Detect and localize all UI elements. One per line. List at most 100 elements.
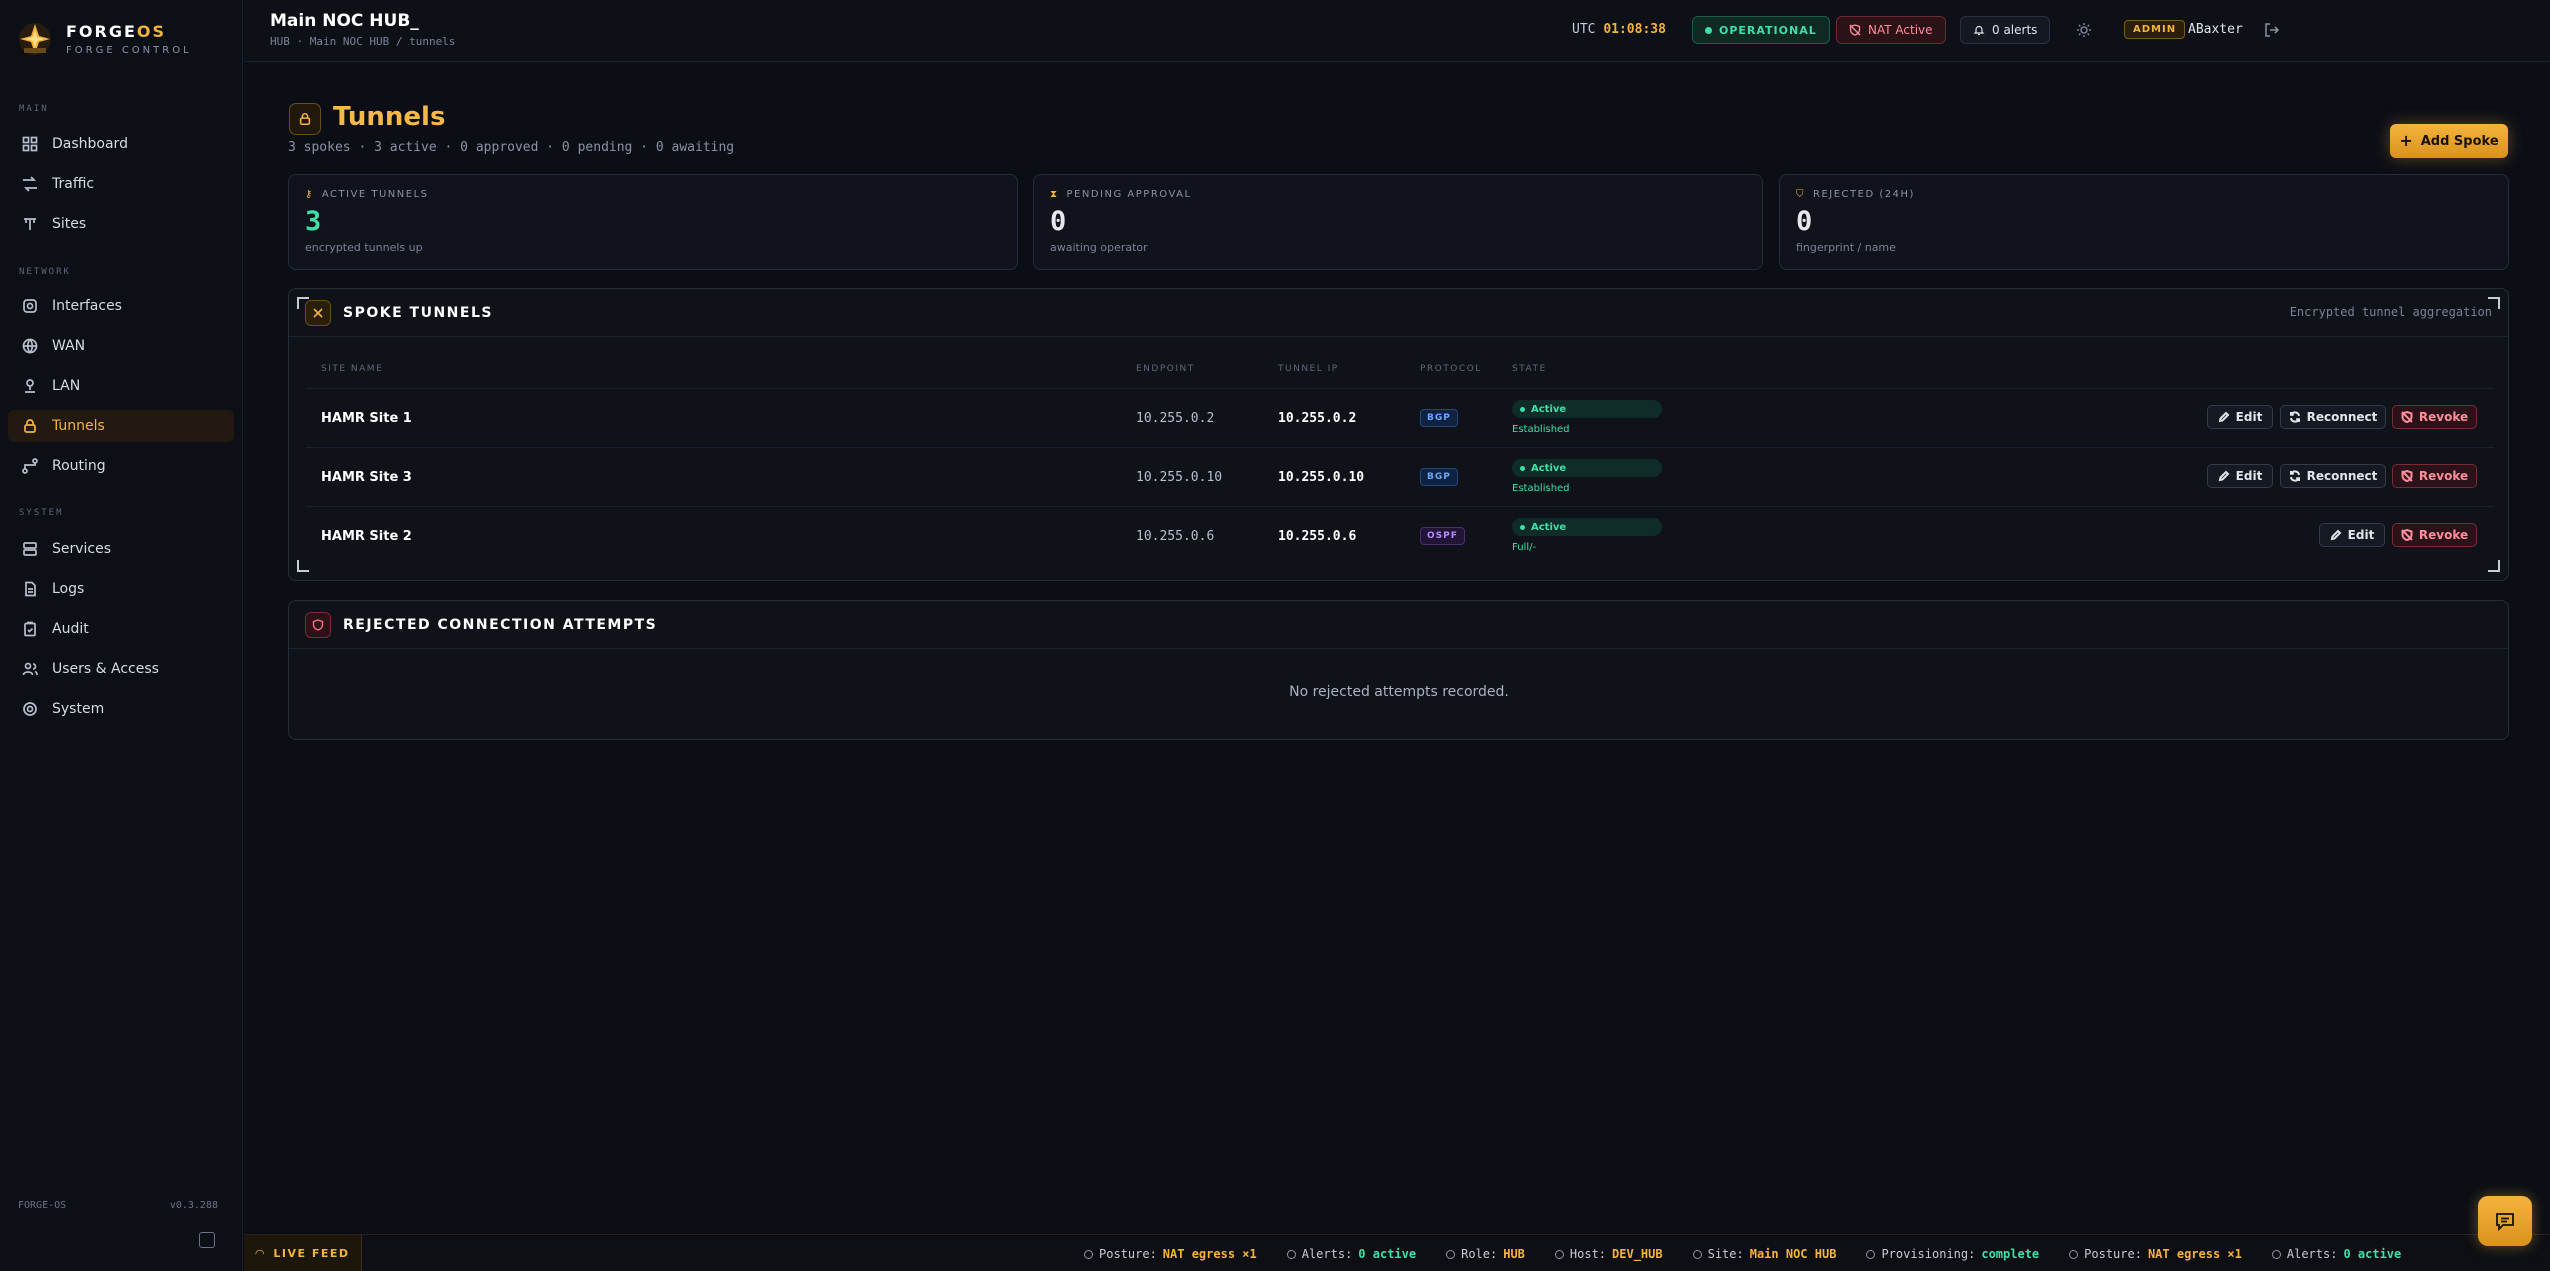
state-sub: Established — [1512, 424, 1570, 435]
edit-label: Edit — [2235, 469, 2263, 483]
routing-icon — [22, 458, 38, 474]
nat-status-badge[interactable]: NAT Active — [1836, 16, 1946, 44]
table-row-endpoint: 10.255.0.2 — [1136, 411, 1215, 426]
nav-section-main: MAIN — [19, 104, 49, 114]
live-feed-label: LIVE FEED — [273, 1247, 350, 1260]
stat-card-rejected: ⛉ REJECTED (24H) 0 fingerprint / name — [1779, 174, 2509, 270]
column-header: TUNNEL IP — [1278, 364, 1339, 374]
ticker-item: Site: Main NOC HUB — [1692, 1247, 1836, 1261]
refresh-icon — [2289, 470, 2300, 482]
sidebar-item-tunnels[interactable]: Tunnels — [8, 410, 234, 442]
sidebar-item-logs[interactable]: Logs — [8, 573, 234, 605]
sidebar-item-sites[interactable]: Sites — [8, 208, 234, 240]
chat-icon — [2496, 1213, 2514, 1232]
sidebar-item-system[interactable]: System — [8, 693, 234, 725]
sidebar-item-label: Logs — [52, 581, 85, 597]
sidebar-item-services[interactable]: Services — [8, 533, 234, 565]
edit-button[interactable]: Edit — [2207, 464, 2273, 488]
bell-icon — [1973, 25, 1985, 36]
state-label: Active — [1531, 521, 1567, 533]
ticker-item: Host: DEV_HUB — [1554, 1247, 1663, 1261]
revoke-button[interactable]: Revoke — [2392, 464, 2477, 488]
edit-label: Edit — [2347, 528, 2375, 542]
shield-icon — [1084, 1249, 1093, 1259]
lock-icon — [24, 419, 36, 433]
sidebar-item-dashboard[interactable]: Dashboard — [8, 128, 234, 160]
table-row-tunnel-ip: 10.255.0.6 — [1278, 529, 1357, 544]
nat-label: NAT Active — [1868, 23, 1933, 37]
sidebar-item-label: Users & Access — [52, 661, 159, 677]
role-icon — [1446, 1249, 1456, 1259]
stat-label: ACTIVE TUNNELS — [321, 189, 429, 200]
sidebar-item-label: Dashboard — [52, 136, 128, 152]
shield-icon — [2069, 1249, 2079, 1259]
app-name: FORGE-OS — [18, 1200, 67, 1211]
utc-time: 01:08:38 — [1603, 22, 1666, 37]
ticker-item: Alerts: 0 active — [1286, 1247, 1416, 1261]
edit-label: Edit — [2235, 410, 2263, 424]
sidebar-item-audit[interactable]: Audit — [8, 613, 234, 645]
bell-icon — [1286, 1249, 1296, 1259]
sidebar-item-lan[interactable]: LAN — [8, 370, 234, 402]
theme-toggle-sun-icon[interactable] — [2076, 22, 2092, 38]
sidebar: FORGEOS FORGE CONTROL MAIN Dashboard Tra… — [0, 0, 243, 1271]
stat-card-active: ⚷ ACTIVE TUNNELS 3 encrypted tunnels up — [288, 174, 1018, 270]
shield-off-icon — [2401, 529, 2413, 541]
lan-icon — [25, 379, 35, 393]
services-icon — [23, 542, 37, 556]
table-row-tunnel-ip: 10.255.0.2 — [1278, 411, 1357, 426]
dashboard-icon — [22, 136, 38, 152]
alerts-button[interactable]: 0 alerts — [1960, 16, 2051, 44]
nav-section-system: SYSTEM — [19, 508, 64, 518]
ticker-item: Role: HUB — [1446, 1247, 1525, 1261]
sidebar-item-traffic[interactable]: Traffic — [8, 168, 234, 200]
reconnect-button[interactable]: Reconnect — [2280, 405, 2386, 429]
shield-off-icon — [2401, 470, 2413, 482]
ticker-item: Provisioning: complete — [1866, 1247, 2039, 1261]
status-footer: ◠ LIVE FEED Posture: NAT egress ×1 Alerts… — [244, 1234, 2550, 1271]
sidebar-footer: FORGE-OS v0.3.288 — [18, 1200, 218, 1211]
rejected-attempts-panel: REJECTED CONNECTION ATTEMPTS — [288, 600, 2509, 740]
edit-button[interactable]: Edit — [2207, 405, 2273, 429]
collapse-sidebar-icon[interactable] — [199, 1232, 215, 1248]
stat-label: PENDING APPROVAL — [1066, 189, 1192, 200]
brand[interactable]: FORGEOS FORGE CONTROL — [14, 18, 192, 60]
chat-button[interactable] — [2478, 1196, 2532, 1246]
user-name[interactable]: ABaxter — [2188, 22, 2243, 37]
live-feed-tab[interactable]: ◠ LIVE FEED — [244, 1235, 362, 1271]
table-row-site: HAMR Site 3 — [321, 470, 412, 485]
table-row-site: HAMR Site 2 — [321, 529, 412, 544]
page-title: Tunnels — [333, 102, 446, 132]
logout-icon[interactable] — [2263, 21, 2281, 39]
bell-icon — [2271, 1249, 2281, 1259]
spoke-tunnels-panel: SPOKE TUNNELS Encrypted tunnel aggregati… — [288, 288, 2509, 581]
sidebar-item-label: Tunnels — [52, 418, 105, 434]
protocol-badge: BGP — [1420, 409, 1458, 427]
sidebar-item-routing[interactable]: Routing — [8, 450, 234, 482]
sidebar-item-label: Audit — [52, 621, 89, 637]
sidebar-item-label: LAN — [52, 378, 81, 394]
key-icon: ⚷ — [305, 189, 314, 200]
edit-button[interactable]: Edit — [2319, 523, 2385, 547]
reconnect-button[interactable]: Reconnect — [2280, 464, 2386, 488]
panel-note: Encrypted tunnel aggregation — [2289, 305, 2492, 319]
column-header: ENDPOINT — [1136, 364, 1195, 374]
sidebar-item-users[interactable]: Users & Access — [8, 653, 234, 685]
stat-desc: fingerprint / name — [1796, 241, 1896, 254]
add-spoke-button[interactable]: + Add Spoke — [2390, 124, 2508, 158]
ticker-item: Posture: NAT egress ×1 — [1084, 1247, 1257, 1261]
status-label: OPERATIONAL — [1719, 23, 1817, 37]
audit-icon — [24, 621, 36, 637]
reconnect-label: Reconnect — [2306, 469, 2378, 483]
forge-logo-icon — [14, 18, 56, 60]
sidebar-item-interfaces[interactable]: Interfaces — [8, 290, 234, 322]
table-row-endpoint: 10.255.0.10 — [1136, 470, 1223, 485]
table-row-site: HAMR Site 1 — [321, 411, 412, 426]
status-ticker: Posture: NAT egress ×1 Alerts: 0 active Ro… — [1084, 1247, 2550, 1261]
plus-icon: + — [2399, 131, 2413, 150]
revoke-label: Revoke — [2418, 528, 2469, 542]
revoke-button[interactable]: Revoke — [2392, 405, 2477, 429]
revoke-button[interactable]: Revoke — [2392, 523, 2477, 547]
ticker-item: Posture: NAT egress ×1 — [2069, 1247, 2242, 1261]
sidebar-item-wan[interactable]: WAN — [8, 330, 234, 362]
